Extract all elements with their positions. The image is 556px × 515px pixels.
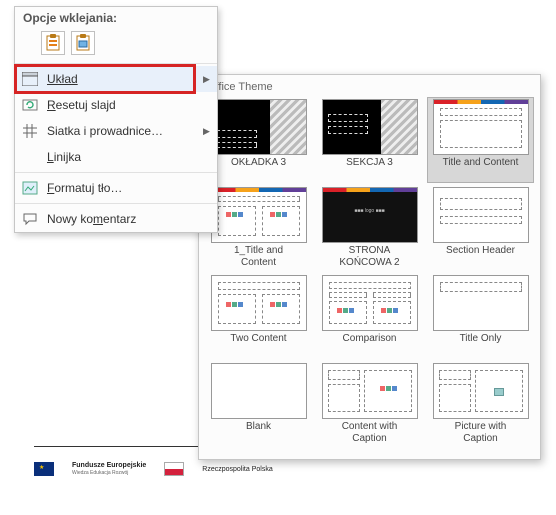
menu-separator: [15, 63, 217, 64]
menu-item-reset-slide[interactable]: Resetuj slajd: [15, 92, 217, 118]
layout-option-blank[interactable]: Blank: [205, 361, 312, 447]
layout-icon: [21, 70, 39, 88]
menu-item-format-background[interactable]: Formatuj tło…: [15, 175, 217, 201]
layout-option-contentcap[interactable]: Content with Caption: [316, 361, 423, 447]
layout-option-label: Blank: [246, 421, 271, 445]
layout-option-picturecap[interactable]: Picture with Caption: [427, 361, 534, 447]
layout-option-label: OKŁADKA 3: [231, 157, 286, 181]
layout-option-label: Title Only: [460, 333, 502, 357]
grid-icon: [21, 122, 39, 140]
menu-item-layout[interactable]: Układ ▶: [15, 66, 217, 92]
layout-option-comparison[interactable]: Comparison: [316, 273, 423, 359]
menu-label-reset: Resetuj slajd: [47, 98, 211, 112]
menu-label-ruler: Linijka: [47, 150, 211, 164]
format-background-icon: [21, 179, 39, 197]
ruler-icon: [21, 148, 39, 166]
clipboard-theme-icon: [45, 34, 61, 52]
menu-item-ruler[interactable]: Linijka: [15, 144, 217, 170]
menu-label-grid: Siatka i prowadnice…: [47, 124, 195, 138]
menu-item-grid-guides[interactable]: Siatka i prowadnice… ▶: [15, 118, 217, 144]
layout-option-label: 1_Title and Content: [234, 245, 283, 269]
paste-options-row: [15, 27, 217, 61]
layout-option-label: Title and Content: [443, 157, 519, 181]
context-menu: Opcje wklejania: Układ ▶ Resetuj slajd S…: [14, 6, 218, 233]
layout-option-label: Picture with Caption: [455, 421, 507, 445]
paste-options-header: Opcje wklejania:: [15, 7, 217, 27]
eu-flag-icon: [34, 462, 54, 476]
flyout-theme-title: Office Theme: [199, 75, 540, 95]
menu-separator: [15, 203, 217, 204]
poland-flag-icon: [164, 462, 184, 476]
layout-option-titleonly[interactable]: Title Only: [427, 273, 534, 359]
layout-option-label: Section Header: [446, 245, 515, 269]
layout-option-label: Content with Caption: [342, 421, 398, 445]
paste-option-theme[interactable]: [41, 31, 65, 55]
layout-option-label: Two Content: [230, 333, 286, 357]
layout-grid: OKŁADKA 3 SEKCJA 3 Title and Content 1_Titl…: [199, 95, 540, 451]
layout-flyout: Office Theme OKŁADKA 3 SEKCJA 3 Title and …: [198, 74, 541, 460]
submenu-arrow-icon: ▶: [203, 126, 211, 137]
layout-option-1title[interactable]: 1_Title and Content: [205, 185, 312, 271]
layout-option-label: SEKCJA 3: [346, 157, 393, 181]
reset-icon: [21, 96, 39, 114]
comment-icon: [21, 210, 39, 228]
eu-funds-label: Fundusze EuropejskieWiedza Edukacja Rozw…: [72, 462, 146, 476]
menu-label-layout: Układ: [47, 72, 195, 86]
layout-option-okladka3[interactable]: OKŁADKA 3: [205, 97, 312, 183]
clipboard-picture-icon: [75, 34, 91, 52]
menu-label-format-bg: Formatuj tło…: [47, 181, 211, 195]
menu-separator: [15, 172, 217, 173]
layout-option-twocontent[interactable]: Two Content: [205, 273, 312, 359]
layout-option-label: Comparison: [343, 333, 397, 357]
layout-option-titlecontent[interactable]: Title and Content: [427, 97, 534, 183]
poland-label: Rzeczpospolita Polska: [202, 466, 272, 473]
submenu-arrow-icon: ▶: [203, 74, 211, 85]
layout-option-koncowa2[interactable]: ■■■ logo ■■■STRONA KOŃCOWA 2: [316, 185, 423, 271]
paste-option-picture[interactable]: [71, 31, 95, 55]
layout-option-sekcja3[interactable]: SEKCJA 3: [316, 97, 423, 183]
footer-logos: Fundusze EuropejskieWiedza Edukacja Rozw…: [34, 462, 273, 476]
menu-label-comment: Nowy komentarz: [47, 212, 211, 226]
layout-option-secheader[interactable]: Section Header: [427, 185, 534, 271]
menu-item-new-comment[interactable]: Nowy komentarz: [15, 206, 217, 232]
layout-option-label: STRONA KOŃCOWA 2: [339, 245, 399, 269]
